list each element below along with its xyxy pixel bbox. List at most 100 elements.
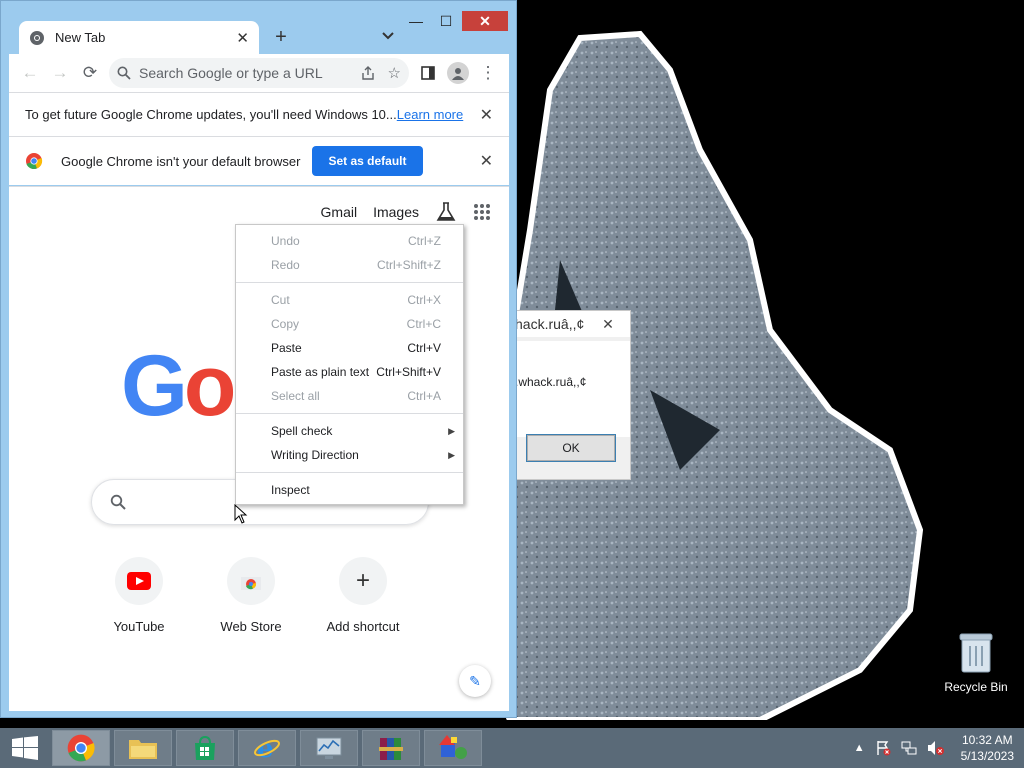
shortcut-label: YouTube (113, 619, 165, 634)
tab-new-tab[interactable]: New Tab ✕ (19, 21, 259, 54)
update-infobar: To get future Google Chrome updates, you… (9, 92, 509, 136)
taskbar: e ▲ 10:32 AM 5/13/2023 (0, 728, 1024, 768)
omnibox-placeholder: Search Google or type a URL (139, 65, 323, 81)
update-infobar-close-icon[interactable]: ✕ (480, 105, 493, 125)
folder-icon (129, 740, 157, 759)
taskbar-resource-monitor[interactable] (300, 730, 358, 766)
back-arrow-icon[interactable]: ← (15, 58, 45, 88)
omnibox[interactable]: Search Google or type a URL ☆ (109, 58, 409, 88)
internet-explorer-icon: e (254, 734, 280, 762)
ntp-search-icon (110, 494, 126, 510)
default-infobar-close-icon[interactable]: ✕ (480, 151, 493, 171)
plus-icon: + (339, 557, 387, 605)
taskbar-app-shapes[interactable] (424, 730, 482, 766)
dialog-message: .whack.ruâ,,¢ (515, 375, 587, 389)
tab-title: New Tab (55, 30, 106, 45)
menu-item-select-all[interactable]: Select all Ctrl+A (236, 384, 463, 408)
dialog-titlebar: hack.ruâ,,¢ ✕ (507, 311, 630, 337)
profile-button[interactable] (443, 58, 473, 88)
monitor-chart-icon (316, 737, 342, 759)
new-tab-button[interactable]: + (269, 25, 293, 49)
taskbar-store[interactable] (176, 730, 234, 766)
learn-more-link[interactable]: Learn more (397, 107, 463, 122)
network-icon[interactable] (901, 740, 917, 756)
ntp-header-links: Gmail Images (321, 201, 491, 223)
dialog-ok-button[interactable]: OK (526, 434, 616, 462)
chrome-tab-icon (30, 30, 44, 45)
window-close-icon[interactable]: ✕ (462, 11, 508, 31)
labs-flask-icon[interactable] (435, 201, 457, 223)
web-store-icon (227, 557, 275, 605)
dialog-title: hack.ruâ,,¢ (515, 316, 585, 332)
maximize-icon[interactable]: ☐ (432, 11, 460, 31)
shortcut-label: Web Store (220, 619, 282, 634)
chrome-icon (67, 734, 95, 762)
menu-item-writing-direction[interactable]: Writing Direction ▶ (236, 443, 463, 467)
search-icon (117, 66, 131, 80)
recycle-bin[interactable]: Recycle Bin (940, 630, 1012, 694)
default-browser-infobar: Google Chrome isn't your default browser… (9, 136, 509, 185)
tab-close-icon[interactable]: ✕ (236, 29, 249, 47)
submenu-arrow-icon: ▶ (448, 425, 455, 436)
menu-item-spell-check[interactable]: Spell check ▶ (236, 419, 463, 443)
taskbar-chrome[interactable] (52, 730, 110, 766)
menu-item-inspect[interactable]: Inspect (236, 478, 463, 502)
shapes-app-icon (439, 735, 467, 759)
menu-separator (236, 472, 463, 473)
taskbar-clock[interactable]: 10:32 AM 5/13/2023 (961, 732, 1014, 764)
share-icon[interactable] (360, 65, 376, 81)
set-as-default-button[interactable]: Set as default (312, 146, 423, 176)
winrar-books-icon (379, 738, 403, 760)
store-icon (195, 735, 215, 760)
kebab-menu-icon[interactable]: ⋮ (473, 58, 503, 88)
reload-icon[interactable]: ⟳ (75, 58, 105, 88)
youtube-icon (115, 557, 163, 605)
customize-pencil-icon[interactable]: ✎ (459, 665, 491, 697)
menu-item-cut[interactable]: Cut Ctrl+X (236, 288, 463, 312)
svg-text:e: e (257, 734, 274, 762)
clock-time: 10:32 AM (961, 733, 1013, 747)
google-logo: Go (121, 338, 236, 434)
menu-item-copy[interactable]: Copy Ctrl+C (236, 312, 463, 336)
default-browser-text: Google Chrome isn't your default browser (61, 153, 301, 169)
system-tray: ▲ 10:32 AM 5/13/2023 (854, 728, 1014, 768)
profile-avatar-icon (447, 62, 469, 84)
submenu-arrow-icon: ▶ (448, 449, 455, 460)
context-menu: Undo Ctrl+Z Redo Ctrl+Shift+Z Cut Ctrl+X Co… (235, 224, 464, 505)
taskbar-internet-explorer[interactable]: e (238, 730, 296, 766)
shortcut-youtube[interactable]: YouTube (91, 557, 187, 634)
minimize-icon[interactable]: — (402, 11, 430, 31)
windows-logo-icon (12, 736, 38, 760)
menu-item-paste-plain-text[interactable]: Paste as plain text Ctrl+Shift+V (236, 360, 463, 384)
side-panel-icon[interactable] (413, 58, 443, 88)
shortcut-tiles: YouTube Web Store + Add shortcut (91, 557, 411, 634)
menu-item-undo[interactable]: Undo Ctrl+Z (236, 229, 463, 253)
apps-grid-icon[interactable] (473, 203, 491, 221)
dialog-close-icon[interactable]: ✕ (586, 313, 630, 335)
start-button[interactable] (0, 728, 50, 768)
tray-overflow-chevron-icon[interactable]: ▲ (854, 742, 865, 754)
volume-muted-icon[interactable] (927, 740, 945, 756)
menu-item-redo[interactable]: Redo Ctrl+Shift+Z (236, 253, 463, 277)
gmail-link[interactable]: Gmail (321, 204, 358, 220)
menu-separator (236, 413, 463, 414)
forward-arrow-icon[interactable]: → (45, 58, 75, 88)
window-controls: — ☐ ✕ (402, 11, 508, 31)
shortcut-add[interactable]: + Add shortcut (315, 557, 411, 634)
taskbar-file-explorer[interactable] (114, 730, 172, 766)
menu-separator (236, 282, 463, 283)
shortcut-web-store[interactable]: Web Store (203, 557, 299, 634)
menu-item-paste[interactable]: Paste Ctrl+V (236, 336, 463, 360)
message-dialog: hack.ruâ,,¢ ✕ .whack.ruâ,,¢ OK (506, 310, 631, 480)
action-center-flag-icon[interactable] (875, 740, 891, 756)
mouse-cursor-icon (234, 504, 248, 524)
tab-search-chevron-icon[interactable] (379, 27, 397, 45)
images-link[interactable]: Images (373, 204, 419, 220)
dialog-body: .whack.ruâ,,¢ (507, 341, 630, 437)
recycle-bin-icon (959, 633, 993, 673)
update-infobar-text: To get future Google Chrome updates, you… (25, 107, 397, 122)
bookmark-star-icon[interactable]: ☆ (388, 64, 401, 82)
recycle-bin-label: Recycle Bin (944, 680, 1008, 694)
taskbar-winrar[interactable] (362, 730, 420, 766)
chrome-logo-icon (26, 153, 43, 170)
